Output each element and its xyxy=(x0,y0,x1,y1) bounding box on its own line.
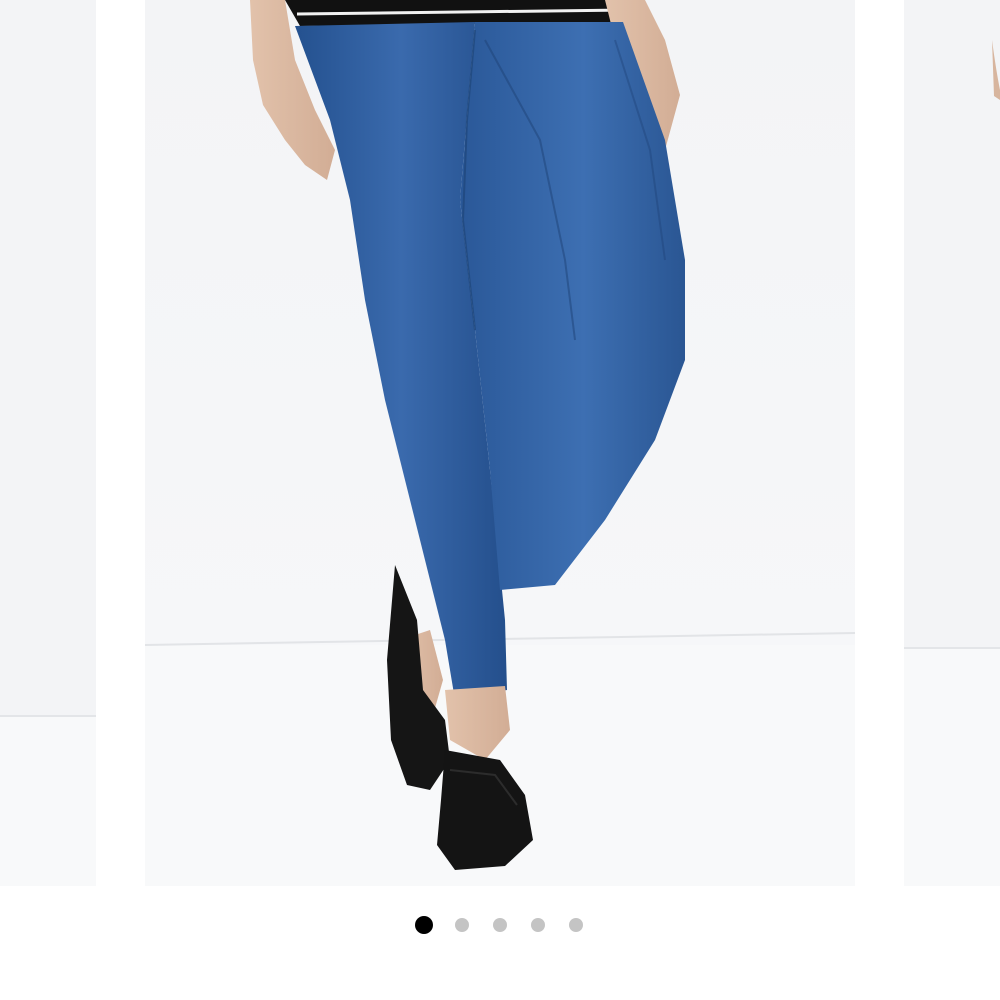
next-slide-peek[interactable] xyxy=(904,0,1000,886)
pagination-dot-5[interactable] xyxy=(569,918,583,932)
next-slide-image xyxy=(904,0,1000,886)
pagination-dot-1[interactable] xyxy=(415,916,433,934)
previous-slide-image xyxy=(0,0,96,886)
product-image xyxy=(145,0,855,886)
pagination-dot-2[interactable] xyxy=(455,918,469,932)
product-photo-jeans[interactable] xyxy=(145,0,855,886)
previous-slide-peek[interactable] xyxy=(0,0,96,886)
pagination-dot-4[interactable] xyxy=(531,918,545,932)
product-image-carousel[interactable] xyxy=(0,0,1000,886)
pagination-dot-3[interactable] xyxy=(493,918,507,932)
pagination-dots xyxy=(415,916,585,934)
carousel-pagination xyxy=(0,886,1000,1000)
